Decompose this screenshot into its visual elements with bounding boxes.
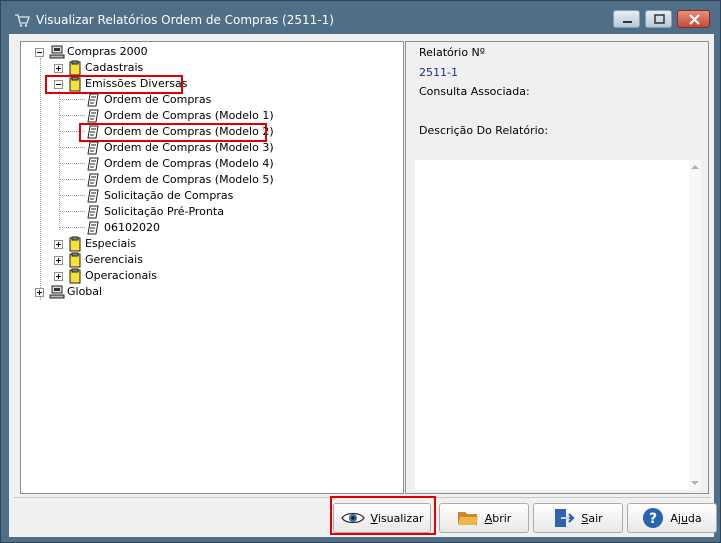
button-bar: Visualizar Abrir Sair ? Ajuda <box>14 496 717 535</box>
tree-node-especiais[interactable]: Especiais <box>67 236 138 252</box>
tree-node-report[interactable]: 06102020 <box>86 220 162 236</box>
expand-toggle[interactable] <box>35 288 44 297</box>
report-icon <box>87 109 99 123</box>
tree-node-report[interactable]: Ordem de Compras <box>86 92 213 108</box>
client-area: Compras 2000 Cadastrais Emissões Diversa… <box>9 34 717 537</box>
clipboard-icon <box>69 268 81 284</box>
tree-node-operacionais[interactable]: Operacionais <box>67 268 159 284</box>
expand-toggle[interactable] <box>54 64 63 73</box>
close-button[interactable] <box>677 10 710 28</box>
tree-node-compras-2000[interactable]: Compras 2000 <box>49 44 150 60</box>
tree-node-cadastrais[interactable]: Cadastrais <box>67 60 145 76</box>
tree-node-report[interactable]: Ordem de Compras (Modelo 4) <box>86 156 276 172</box>
minimize-button[interactable] <box>613 10 640 28</box>
report-icon <box>87 141 99 155</box>
maximize-button[interactable] <box>645 10 672 28</box>
folder-icon <box>457 512 478 525</box>
cart-icon <box>15 14 30 27</box>
sair-button[interactable]: Sair <box>533 503 623 533</box>
report-icon <box>87 93 99 107</box>
report-icon <box>87 205 99 219</box>
tree-node-report[interactable]: Solicitação Pré-Pronta <box>86 204 226 220</box>
ajuda-button[interactable]: ? Ajuda <box>627 503 717 533</box>
collapse-toggle[interactable] <box>35 48 44 57</box>
report-info-panel: Relatório Nº 2511-1 Consulta Associada: … <box>405 41 709 494</box>
clipboard-icon <box>69 236 81 252</box>
title-bar[interactable]: Visualizar Relatórios Ordem de Compras (… <box>1 1 720 33</box>
tree-node-gerenciais[interactable]: Gerenciais <box>67 252 145 268</box>
exit-door-icon <box>555 509 575 527</box>
clipboard-icon <box>69 60 81 76</box>
tree-node-report[interactable]: Ordem de Compras (Modelo 1) <box>86 108 276 124</box>
vertical-scrollbar[interactable] <box>689 160 701 490</box>
scroll-down-icon[interactable] <box>691 481 699 485</box>
clipboard-icon <box>69 252 81 268</box>
computer-icon <box>49 285 65 299</box>
expand-toggle[interactable] <box>54 240 63 249</box>
tree-node-report[interactable]: Solicitação de Compras <box>86 188 235 204</box>
report-icon <box>87 189 99 203</box>
window-title: Visualizar Relatórios Ordem de Compras (… <box>36 13 334 27</box>
expand-toggle[interactable] <box>54 272 63 281</box>
svg-text:?: ? <box>649 511 657 527</box>
computer-icon <box>49 45 65 59</box>
abrir-button[interactable]: Abrir <box>439 503 529 533</box>
report-tree[interactable]: Compras 2000 Cadastrais Emissões Diversa… <box>20 41 404 494</box>
report-icon <box>87 173 99 187</box>
relatorio-value: 2511-1 <box>419 66 458 79</box>
report-icon <box>87 157 99 171</box>
consulta-label: Consulta Associada: <box>419 85 530 98</box>
relatorio-label: Relatório Nº <box>419 46 485 59</box>
tree-node-report[interactable]: Ordem de Compras (Modelo 5) <box>86 172 276 188</box>
scroll-up-icon[interactable] <box>691 165 699 169</box>
tree-node-report[interactable]: Ordem de Compras (Modelo 3) <box>86 140 276 156</box>
description-textarea[interactable] <box>415 160 701 490</box>
expand-toggle[interactable] <box>54 256 63 265</box>
descricao-label: Descrição Do Relatório: <box>419 124 549 137</box>
help-icon: ? <box>643 508 664 528</box>
highlight-visualizar <box>330 496 436 535</box>
tree-node-global[interactable]: Global <box>49 284 104 300</box>
report-icon <box>87 221 99 235</box>
report-viewer-window: Visualizar Relatórios Ordem de Compras (… <box>0 0 721 543</box>
